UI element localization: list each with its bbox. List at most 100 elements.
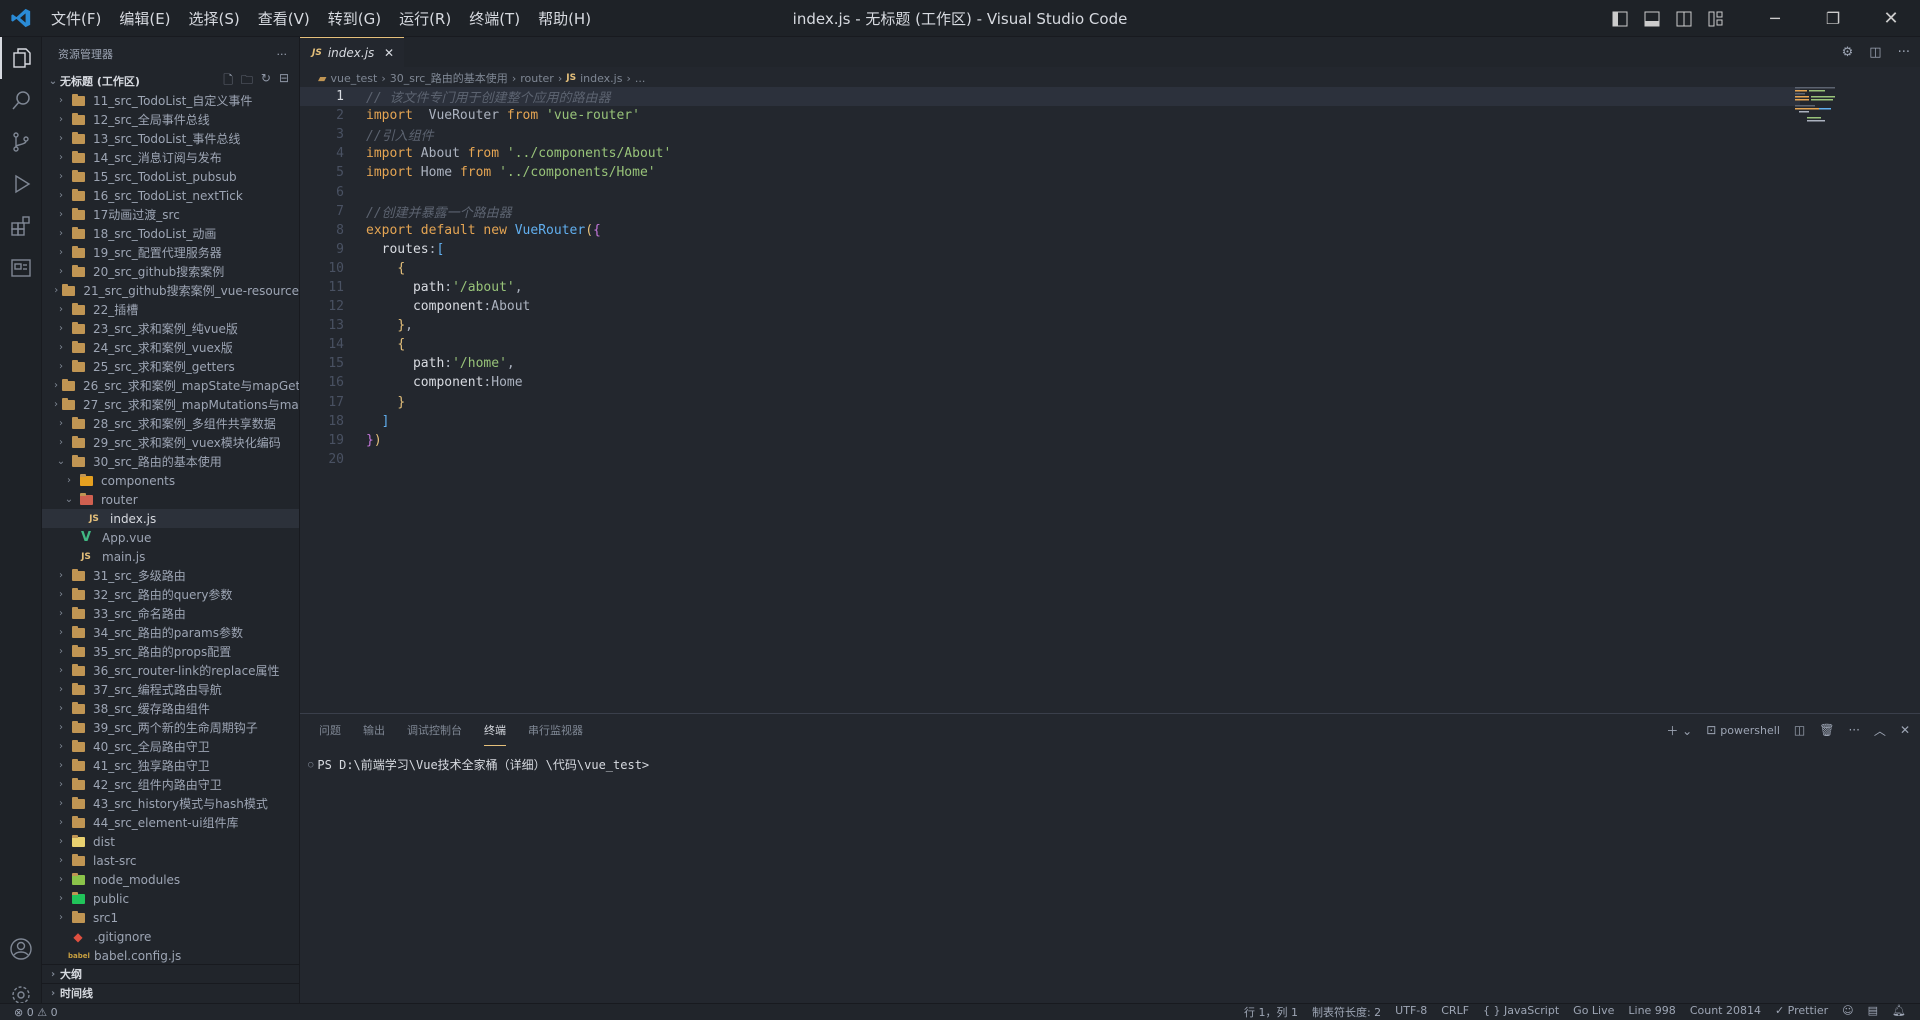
- toggle-primary-sidebar-icon[interactable]: [1604, 0, 1636, 37]
- tree-item[interactable]: › 24_src_求和案例_vuex版: [42, 338, 299, 357]
- status-item[interactable]: CRLF: [1441, 1004, 1469, 1020]
- tree-item[interactable]: › components: [42, 471, 299, 490]
- code-line[interactable]: 7 //创建并暴露一个路由器: [300, 202, 1800, 221]
- terminal[interactable]: ○ PS D:\前端学习\Vue技术全家桶（详细）\代码\vue_test>: [300, 746, 1920, 773]
- menu-item[interactable]: 运行(R): [390, 8, 460, 29]
- tree-item[interactable]: babel babel.config.js: [42, 946, 299, 965]
- tree-item[interactable]: › 12_src_全局事件总线: [42, 110, 299, 129]
- code-line[interactable]: 10 {: [300, 259, 1800, 278]
- tree-item[interactable]: › 43_src_history模式与hash模式: [42, 794, 299, 813]
- menu-item[interactable]: 编辑(E): [110, 8, 179, 29]
- run-debug-icon[interactable]: [0, 163, 42, 205]
- status-item[interactable]: 行 1，列 1: [1244, 1004, 1298, 1020]
- source-control-icon[interactable]: [0, 121, 42, 163]
- new-terminal-icon[interactable]: ＋ ⌄: [1666, 722, 1692, 739]
- breadcrumb-item[interactable]: vue_test: [330, 72, 377, 85]
- tree-item[interactable]: JS main.js: [42, 547, 299, 566]
- menu-item[interactable]: 查看(V): [249, 8, 319, 29]
- tree-item[interactable]: › 28_src_求和案例_多组件共享数据: [42, 414, 299, 433]
- code-line[interactable]: 13 },: [300, 316, 1800, 335]
- file-sync-icon[interactable]: ▤: [1868, 1004, 1878, 1020]
- code-line[interactable]: 4 import About from '../components/About': [300, 144, 1800, 163]
- tree-item[interactable]: › 25_src_求和案例_getters: [42, 357, 299, 376]
- tree-item[interactable]: › 27_src_求和案例_mapMutations与map...: [42, 395, 299, 414]
- status-item[interactable]: UTF-8: [1395, 1004, 1427, 1020]
- status-item[interactable]: { } JavaScript: [1483, 1004, 1559, 1020]
- close-tab-icon[interactable]: ✕: [384, 46, 394, 60]
- breadcrumb-item[interactable]: index.js: [580, 72, 622, 85]
- code-line[interactable]: 6: [300, 182, 1800, 201]
- extensions-icon[interactable]: [0, 205, 42, 247]
- tree-item[interactable]: › src1: [42, 908, 299, 927]
- notifications-bell-icon[interactable]: 🔔︎: [1892, 1004, 1906, 1020]
- tab-index-js[interactable]: JS index.js ✕: [300, 37, 404, 67]
- code-line[interactable]: 14 {: [300, 335, 1800, 354]
- shell-name[interactable]: powershell: [1720, 724, 1780, 737]
- tree-item[interactable]: › 32_src_路由的query参数: [42, 585, 299, 604]
- breadcrumb-item[interactable]: ...: [635, 72, 646, 85]
- toggle-panel-icon[interactable]: [1636, 0, 1668, 37]
- account-icon[interactable]: [0, 928, 42, 970]
- status-item[interactable]: 制表符长度: 2: [1312, 1004, 1381, 1020]
- panel-tab[interactable]: 串行监视器: [528, 714, 583, 746]
- code-line[interactable]: 3 //引入组件: [300, 125, 1800, 144]
- warnings-icon[interactable]: ⚠: [37, 1006, 47, 1019]
- menu-item[interactable]: 帮助(H): [529, 8, 600, 29]
- code-line[interactable]: 19}): [300, 431, 1800, 450]
- errors-icon[interactable]: ⊗: [0, 1006, 23, 1019]
- code-line[interactable]: 12 component:About: [300, 297, 1800, 316]
- tree-item[interactable]: › 40_src_全局路由守卫: [42, 737, 299, 756]
- tree-item[interactable]: › 33_src_命名路由: [42, 604, 299, 623]
- code-line[interactable]: 11 path:'/about',: [300, 278, 1800, 297]
- tree-item[interactable]: ◆ .gitignore: [42, 927, 299, 946]
- close-panel-icon[interactable]: ✕: [1900, 723, 1910, 737]
- timeline-section[interactable]: › 时间线: [42, 983, 300, 1002]
- breadcrumb-item[interactable]: 30_src_路由的基本使用: [390, 70, 508, 86]
- remote-explorer-icon[interactable]: [0, 247, 42, 289]
- toggle-secondary-sidebar-icon[interactable]: [1668, 0, 1700, 37]
- tree-item[interactable]: › public: [42, 889, 299, 908]
- menu-item[interactable]: 文件(F): [42, 8, 110, 29]
- tree-item[interactable]: › 36_src_router-link的replace属性: [42, 661, 299, 680]
- restore-button[interactable]: ❐: [1804, 0, 1862, 37]
- tree-item[interactable]: › dist: [42, 832, 299, 851]
- tree-item[interactable]: › 16_src_TodoList_nextTick: [42, 186, 299, 205]
- feedback-icon[interactable]: ☺: [1842, 1004, 1853, 1020]
- more-actions-icon[interactable]: ···: [277, 48, 288, 61]
- tree-item[interactable]: › 44_src_element-ui组件库: [42, 813, 299, 832]
- menu-item[interactable]: 终端(T): [460, 8, 529, 29]
- tree-item[interactable]: › 31_src_多级路由: [42, 566, 299, 585]
- tree-item[interactable]: › 20_src_github搜索案例: [42, 262, 299, 281]
- code-editor[interactable]: 1 // 该文件专门用于创建整个应用的路由器 2 import VueRouter f…: [300, 87, 1800, 707]
- tree-item[interactable]: › 42_src_组件内路由守卫: [42, 775, 299, 794]
- code-line[interactable]: 20: [300, 450, 1800, 469]
- new-file-icon[interactable]: 🗋: [223, 71, 233, 92]
- tree-item[interactable]: › 11_src_TodoList_自定义事件: [42, 91, 299, 110]
- refresh-icon[interactable]: ↻: [261, 71, 271, 92]
- panel-tab[interactable]: 调试控制台: [407, 714, 462, 746]
- tree-item[interactable]: › 41_src_独享路由守卫: [42, 756, 299, 775]
- warning-count[interactable]: 0: [51, 1006, 58, 1019]
- tree-item[interactable]: › 14_src_消息订阅与发布: [42, 148, 299, 167]
- tree-item[interactable]: › 26_src_求和案例_mapState与mapGetters: [42, 376, 299, 395]
- minimize-button[interactable]: ─: [1746, 0, 1804, 37]
- debug-bug-icon[interactable]: ⚙: [1842, 45, 1854, 60]
- kill-terminal-trash-icon[interactable]: 🗑: [1819, 723, 1834, 737]
- tree-item[interactable]: › 34_src_路由的params参数: [42, 623, 299, 642]
- code-line[interactable]: 17 }: [300, 393, 1800, 412]
- tree-item[interactable]: › 17动画过渡_src: [42, 205, 299, 224]
- code-line[interactable]: 8 export default new VueRouter({: [300, 221, 1800, 240]
- tree-item[interactable]: › 18_src_TodoList_动画: [42, 224, 299, 243]
- tree-item[interactable]: › 39_src_两个新的生命周期钩子: [42, 718, 299, 737]
- minimap[interactable]: [1795, 87, 1865, 127]
- status-item[interactable]: ✓ Prettier: [1775, 1004, 1828, 1020]
- outline-section[interactable]: › 大纲: [42, 964, 300, 983]
- tree-item[interactable]: ⌄ 30_src_路由的基本使用: [42, 452, 299, 471]
- tree-item[interactable]: › 19_src_配置代理服务器: [42, 243, 299, 262]
- tree-item[interactable]: › 37_src_编程式路由导航: [42, 680, 299, 699]
- status-item[interactable]: Count 20814: [1690, 1004, 1761, 1020]
- panel-tab[interactable]: 终端: [484, 714, 506, 746]
- tree-item[interactable]: › 35_src_路由的props配置: [42, 642, 299, 661]
- split-editor-icon[interactable]: ◫: [1869, 45, 1881, 60]
- code-line[interactable]: 16 component:Home: [300, 373, 1800, 392]
